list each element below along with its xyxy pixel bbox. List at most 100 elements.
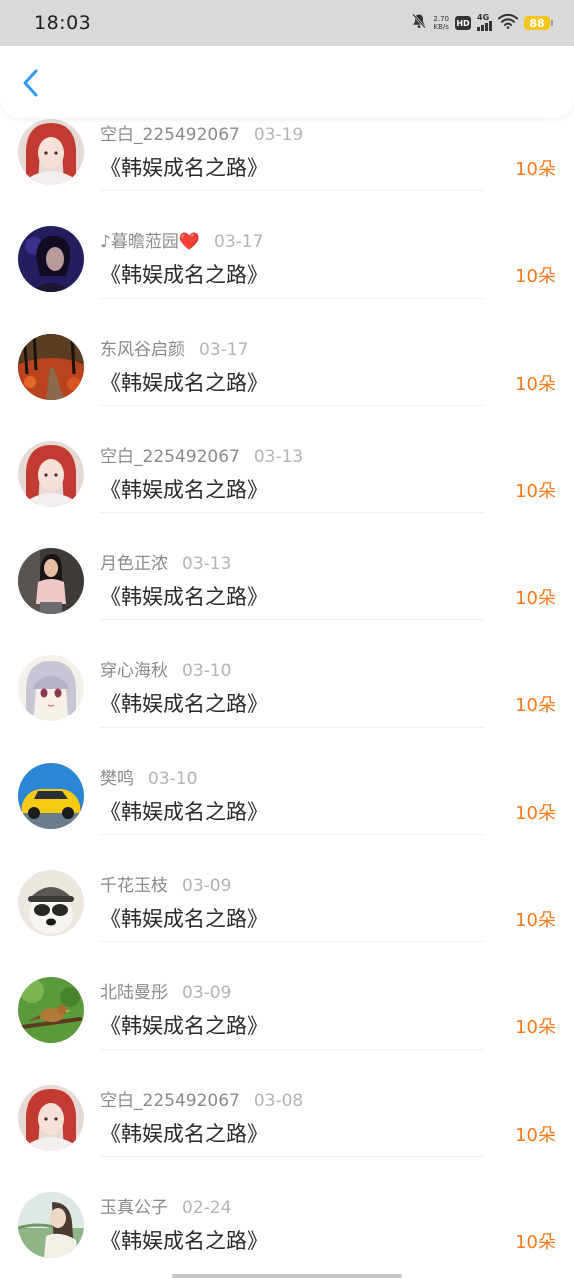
flower-amount: 10朵 (515, 373, 556, 395)
list-item[interactable]: 樊鸣 03-10 《韩娱成名之路》 10朵 (0, 728, 574, 836)
list-item[interactable]: 东风谷启颜 03-17 《韩娱成名之路》 10朵 (0, 299, 574, 406)
user-name: 空白_225492067 (100, 1090, 240, 1111)
flower-amount: 10朵 (515, 695, 556, 717)
item-meta: 空白_225492067 03-08 (100, 1090, 303, 1112)
flower-amount: 10朵 (515, 480, 556, 502)
yellow-car-icon (18, 762, 84, 829)
net-speed-value: 2.70 (433, 15, 449, 23)
list-item[interactable]: 月色正浓 03-13 《韩娱成名之路》 10朵 (0, 513, 574, 621)
battery-indicator: 88 (524, 16, 553, 30)
list-item[interactable]: ♪暮曕蒞园❤️ 03-17 《韩娱成名之路》 10朵 (0, 191, 574, 299)
status-bar: 18:03 2.70 KB/s HD 4G 88 (0, 0, 574, 46)
status-time: 18:03 (34, 12, 92, 34)
avatar[interactable] (18, 1191, 84, 1258)
book-title: 《韩娱成名之路》 (100, 263, 268, 288)
user-name: 东风谷启颜 (100, 339, 185, 360)
avatar[interactable] (18, 548, 84, 615)
flower-amount: 10朵 (515, 802, 556, 824)
list-item[interactable]: 千花玉枝 03-09 《韩娱成名之路》 10朵 (0, 835, 574, 943)
item-date: 03-10 (182, 661, 232, 682)
item-meta: 北陆曼彤 03-09 (100, 982, 231, 1004)
network-type-label: 4G (477, 13, 490, 22)
book-title: 《韩娱成名之路》 (100, 585, 268, 610)
user-name: 玉真公子 (100, 1197, 168, 1218)
dark-portrait-icon (18, 226, 84, 293)
item-meta: 千花玉枝 03-09 (100, 875, 231, 897)
avatar[interactable] (18, 870, 84, 937)
avatar[interactable] (18, 440, 84, 507)
item-date: 03-19 (253, 125, 304, 145)
user-name: 空白_225492067 (100, 125, 240, 145)
signal-icon: 4G (477, 13, 492, 31)
flower-amount: 10朵 (515, 910, 556, 932)
home-indicator[interactable] (172, 1274, 402, 1278)
item-meta: 月色正浓 03-13 (100, 553, 231, 575)
chevron-left-icon (23, 69, 38, 97)
item-meta: 穿心海秋 03-10 (100, 660, 231, 682)
gift-record-list: 空白_225492067 03-19 《韩娱成名之路》 10朵 ♪暮曕蒞园❤️ 03… (0, 84, 574, 1264)
user-name: 樊鸣 (100, 768, 134, 789)
avatar[interactable] (18, 333, 84, 400)
list-item[interactable]: 北陆曼彤 03-09 《韩娱成名之路》 10朵 (0, 942, 574, 1050)
avatar[interactable] (18, 226, 84, 293)
avatar[interactable] (18, 762, 84, 829)
flower-amount: 10朵 (515, 1231, 556, 1253)
wifi-icon (498, 13, 518, 33)
item-date: 03-08 (253, 1090, 304, 1111)
bird-on-branch-icon (18, 977, 84, 1044)
red-hair-girl-icon (18, 440, 84, 507)
woman-field-icon (18, 1191, 84, 1258)
user-name: 北陆曼彤 (100, 983, 168, 1004)
list-item[interactable]: 空白_225492067 03-13 《韩娱成名之路》 10朵 (0, 406, 574, 514)
avatar[interactable] (18, 655, 84, 722)
item-meta: 东风谷启颜 03-17 (100, 339, 248, 361)
dog-with-hat-icon (18, 870, 84, 937)
user-name: 千花玉枝 (100, 876, 168, 897)
item-meta: ♪暮曕蒞园❤️ 03-17 (100, 231, 263, 253)
user-name: ♪暮曕蒞园❤️ (100, 232, 201, 253)
book-title: 《韩娱成名之路》 (100, 692, 268, 717)
item-meta: 玉真公子 02-24 (100, 1197, 231, 1219)
book-title: 《韩娱成名之路》 (100, 477, 268, 502)
flower-amount: 10朵 (515, 266, 556, 288)
item-date: 03-17 (214, 232, 264, 253)
item-meta: 空白_225492067 03-19 (100, 124, 303, 146)
book-title: 《韩娱成名之路》 (100, 156, 268, 180)
list-item[interactable]: 空白_225492067 03-08 《韩娱成名之路》 10朵 (0, 1050, 574, 1157)
item-date: 03-13 (182, 554, 232, 575)
back-button[interactable] (14, 66, 48, 100)
user-name: 空白_225492067 (100, 446, 240, 467)
item-date: 03-10 (148, 768, 198, 789)
avatar[interactable] (18, 977, 84, 1044)
user-name: 月色正浓 (100, 554, 168, 575)
flower-amount: 10朵 (515, 1017, 556, 1039)
red-hair-girl-icon (18, 119, 84, 185)
book-title: 《韩娱成名之路》 (100, 370, 268, 395)
item-date: 03-09 (182, 983, 232, 1004)
avatar[interactable] (18, 119, 84, 185)
item-date: 03-09 (182, 876, 232, 897)
girl-pink-shirt-icon (18, 548, 84, 615)
autumn-road-icon (18, 333, 84, 400)
item-meta: 空白_225492067 03-13 (100, 446, 303, 468)
list-item[interactable]: 玉真公子 02-24 《韩娱成名之路》 10朵 (0, 1157, 574, 1264)
anime-girl-icon (18, 655, 84, 722)
nav-header (0, 46, 574, 118)
book-title: 《韩娱成名之路》 (100, 799, 268, 824)
bell-muted-icon (411, 13, 427, 33)
flower-amount: 10朵 (515, 1124, 556, 1146)
book-title: 《韩娱成名之路》 (100, 907, 268, 932)
book-title: 《韩娱成名之路》 (100, 1014, 268, 1039)
list-item[interactable]: 穿心海秋 03-10 《韩娱成名之路》 10朵 (0, 620, 574, 728)
net-speed-unit: KB/s (433, 23, 449, 31)
book-title: 《韩娱成名之路》 (100, 1228, 268, 1253)
avatar[interactable] (18, 1084, 84, 1151)
book-title: 《韩娱成名之路》 (100, 1121, 268, 1146)
item-date: 02-24 (182, 1197, 232, 1218)
red-hair-girl-icon (18, 1084, 84, 1151)
item-date: 03-13 (253, 446, 304, 467)
user-name: 穿心海秋 (100, 661, 168, 682)
flower-amount: 10朵 (515, 159, 556, 180)
flower-amount: 10朵 (515, 588, 556, 610)
net-speed: 2.70 KB/s (433, 15, 449, 31)
